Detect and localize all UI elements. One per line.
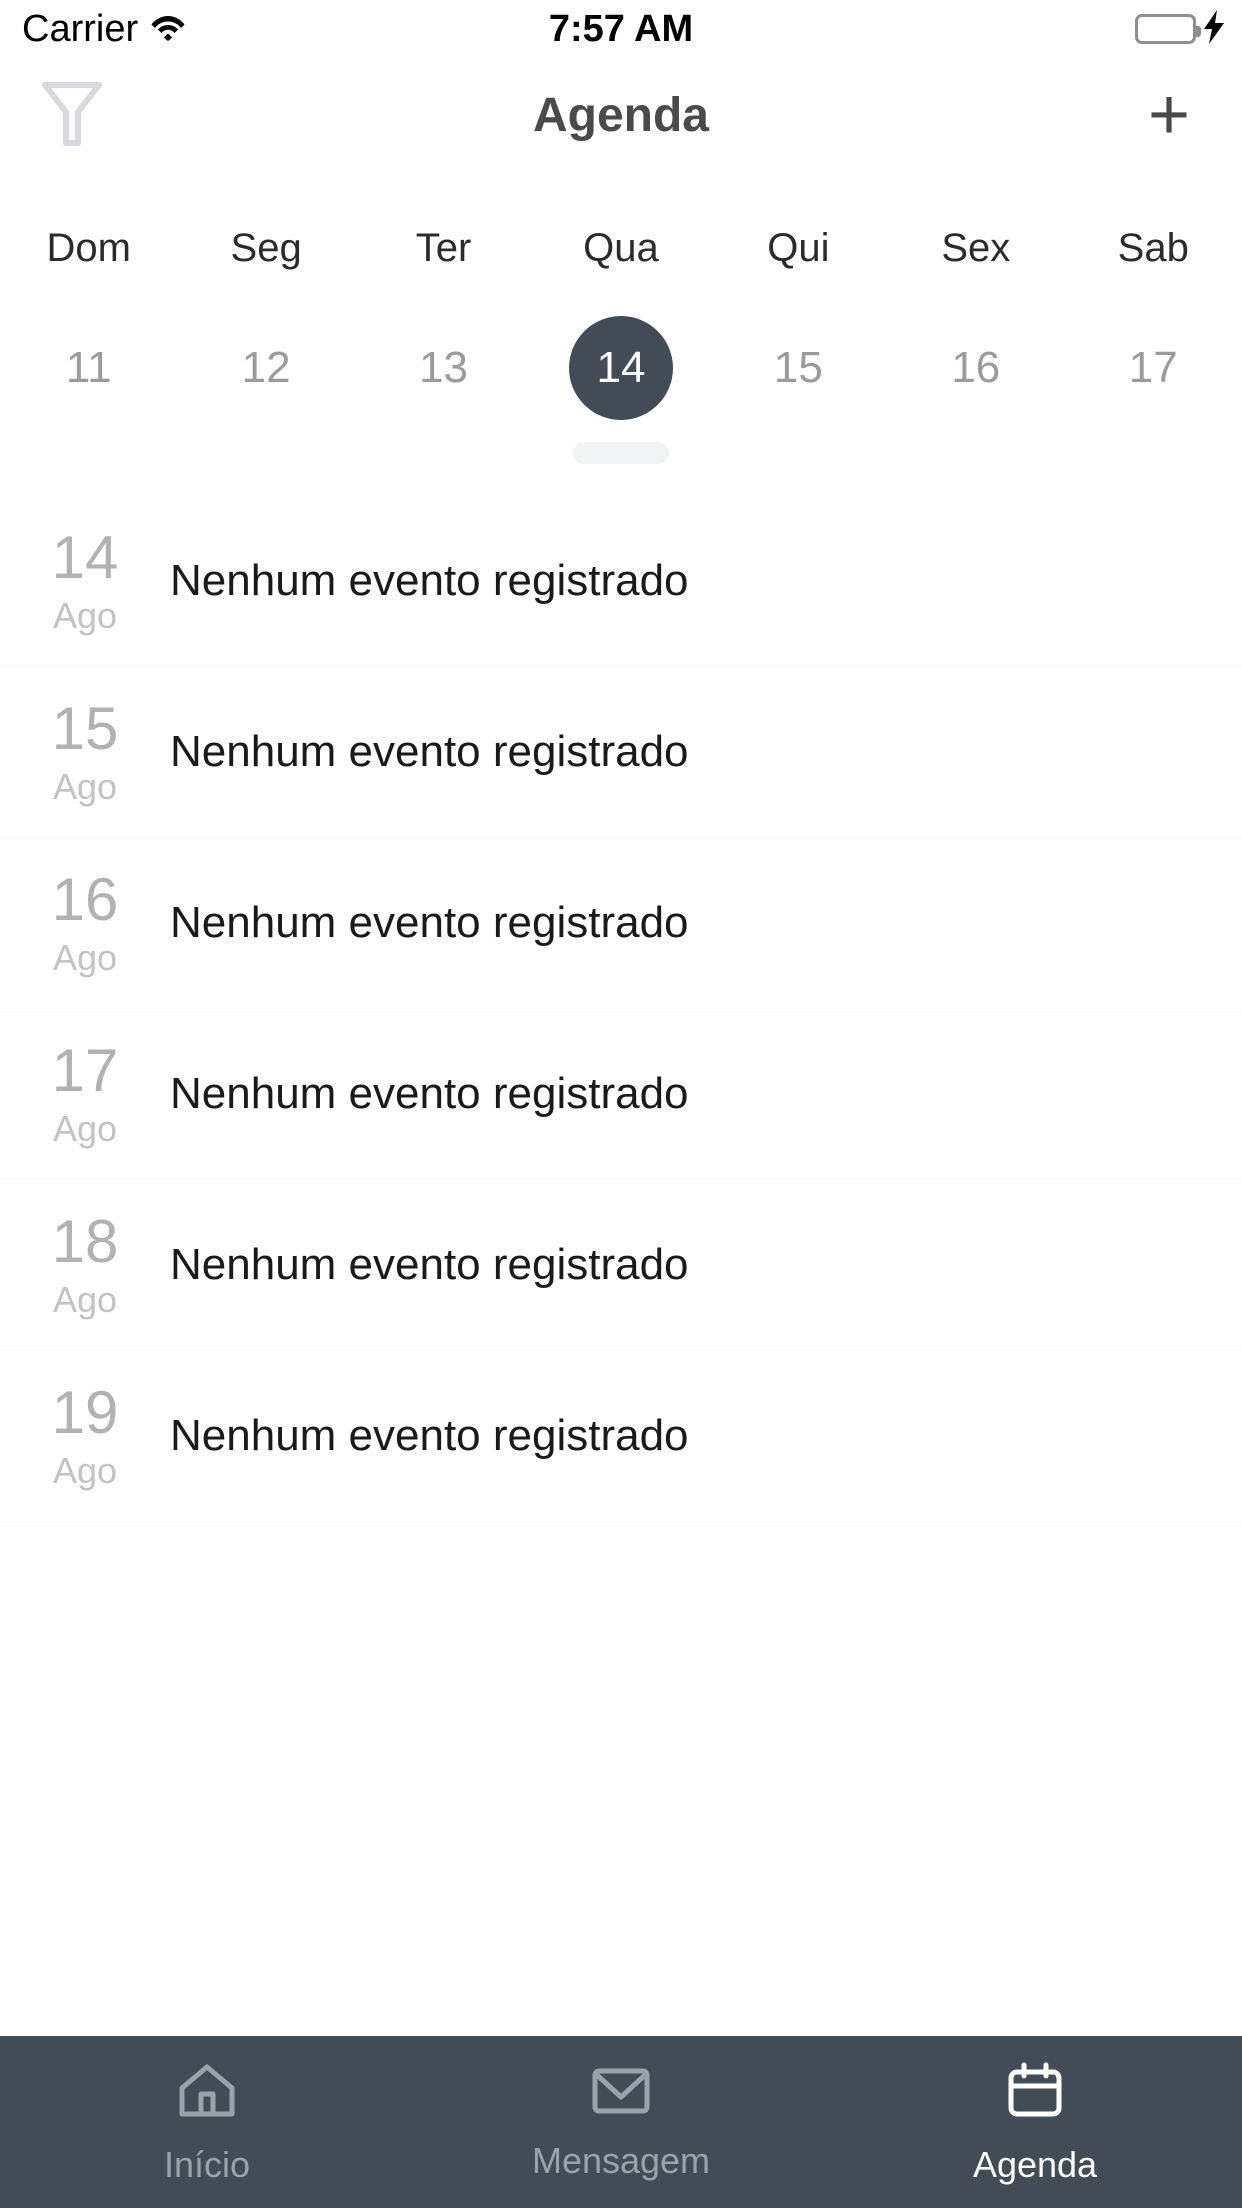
bottom-tab-bar: Início Mensagem Agenda (0, 2036, 1242, 2208)
agenda-list[interactable]: 14 Ago Nenhum evento registrado 15 Ago N… (0, 496, 1242, 2036)
selected-day-indicator (572, 442, 669, 464)
week-day-12[interactable]: 12 (214, 316, 318, 420)
day-indicator (41, 442, 137, 464)
envelope-icon (591, 2066, 651, 2121)
tab-mensagem[interactable]: Mensagem (414, 2066, 828, 2179)
agenda-row-date: 17 Ago (0, 1041, 170, 1147)
agenda-row[interactable]: 15 Ago Nenhum evento registrado (0, 667, 1242, 838)
agenda-day-number: 16 (51, 866, 119, 933)
agenda-month-label: Ago (52, 937, 118, 978)
tab-label-inicio: Início (163, 2143, 251, 2185)
nav-header: Agenda + (0, 58, 1242, 174)
tab-label-mensagem: Mensagem (531, 2139, 711, 2181)
agenda-row-text: Nenhum evento registrado (170, 555, 689, 605)
weekday-label: Sab (1117, 226, 1189, 270)
week-day-13[interactable]: 13 (392, 316, 496, 420)
agenda-month-label: Ago (52, 1279, 118, 1320)
agenda-month-label: Ago (52, 1450, 118, 1491)
weekday-label: Ter (415, 226, 472, 270)
week-day-11[interactable]: 11 (37, 316, 141, 420)
agenda-row[interactable]: 14 Ago Nenhum evento registrado (0, 496, 1242, 667)
agenda-day-number: 17 (51, 1037, 119, 1104)
status-time: 7:57 AM (548, 8, 694, 50)
agenda-day-number: 14 (51, 524, 119, 591)
agenda-row[interactable]: 17 Ago Nenhum evento registrado (0, 1009, 1242, 1180)
day-indicator (750, 442, 846, 464)
week-day-14-selected[interactable]: 14 (568, 316, 673, 420)
week-day-16[interactable]: 16 (924, 316, 1028, 420)
agenda-month-label: Ago (52, 595, 118, 636)
agenda-row-text: Nenhum evento registrado (170, 1410, 689, 1460)
app-screen: Carrier 7:57 AM Agenda + Dom 11 Seg 12 T… (0, 0, 1242, 2208)
agenda-day-number: 18 (51, 1208, 119, 1275)
agenda-row[interactable]: 16 Ago Nenhum evento registrado (0, 838, 1242, 1009)
page-title: Agenda (532, 89, 709, 142)
week-day-15[interactable]: 15 (746, 316, 850, 420)
agenda-day-number: 19 (51, 1379, 119, 1446)
add-event-button[interactable]: + (1130, 77, 1208, 155)
weekday-label: Qui (767, 226, 830, 270)
status-bar: Carrier 7:57 AM (0, 0, 1242, 58)
day-indicator (928, 442, 1024, 464)
weekday-cell: Qui 15 (710, 228, 887, 464)
agenda-row-date: 16 Ago (0, 870, 170, 976)
weekday-cell: Sex 16 (887, 228, 1064, 464)
agenda-day-number: 15 (51, 695, 119, 762)
weekday-label-row: Dom 11 Seg 12 Ter 13 Qua 14 Qui 15 Sex 1… (0, 228, 1242, 464)
weekday-label: Qua (583, 226, 659, 270)
agenda-row-date: 19 Ago (0, 1383, 170, 1489)
weekday-label: Seg (230, 226, 302, 270)
home-icon (177, 2062, 237, 2125)
day-indicator (218, 442, 314, 464)
agenda-month-label: Ago (52, 766, 118, 807)
agenda-row[interactable]: 19 Ago Nenhum evento registrado (0, 1351, 1242, 1522)
day-indicator (396, 442, 492, 464)
battery-icon (1135, 14, 1201, 44)
week-day-17[interactable]: 17 (1101, 316, 1205, 420)
status-bar-center: 7:57 AM (0, 0, 1242, 58)
agenda-row-date: 18 Ago (0, 1212, 170, 1318)
week-strip: Dom 11 Seg 12 Ter 13 Qua 14 Qui 15 Sex 1… (0, 174, 1242, 496)
agenda-row[interactable]: 18 Ago Nenhum evento registrado (0, 1180, 1242, 1351)
tab-inicio[interactable]: Início (0, 2062, 414, 2183)
agenda-row-date: 15 Ago (0, 699, 170, 805)
weekday-cell: Dom 11 (0, 228, 177, 464)
weekday-label: Dom (46, 226, 131, 270)
day-indicator (1105, 442, 1201, 464)
agenda-row-text: Nenhum evento registrado (170, 1068, 689, 1118)
weekday-cell: Sab 17 (1065, 228, 1242, 464)
agenda-row-date: 14 Ago (0, 528, 170, 634)
tab-agenda[interactable]: Agenda (828, 2062, 1242, 2183)
tab-label-agenda: Agenda (972, 2143, 1098, 2185)
weekday-label: Sex (941, 226, 1011, 270)
weekday-cell: Qua 14 (532, 228, 709, 464)
agenda-row-text: Nenhum evento registrado (170, 1239, 689, 1289)
lightning-bolt-icon (1202, 9, 1226, 49)
weekday-cell: Ter 13 (355, 228, 532, 464)
status-bar-right (1135, 0, 1226, 58)
agenda-month-label: Ago (52, 1108, 118, 1149)
agenda-row-text: Nenhum evento registrado (170, 897, 689, 947)
calendar-icon (1005, 2062, 1065, 2125)
agenda-row-text: Nenhum evento registrado (170, 726, 689, 776)
weekday-cell: Seg 12 (177, 228, 354, 464)
